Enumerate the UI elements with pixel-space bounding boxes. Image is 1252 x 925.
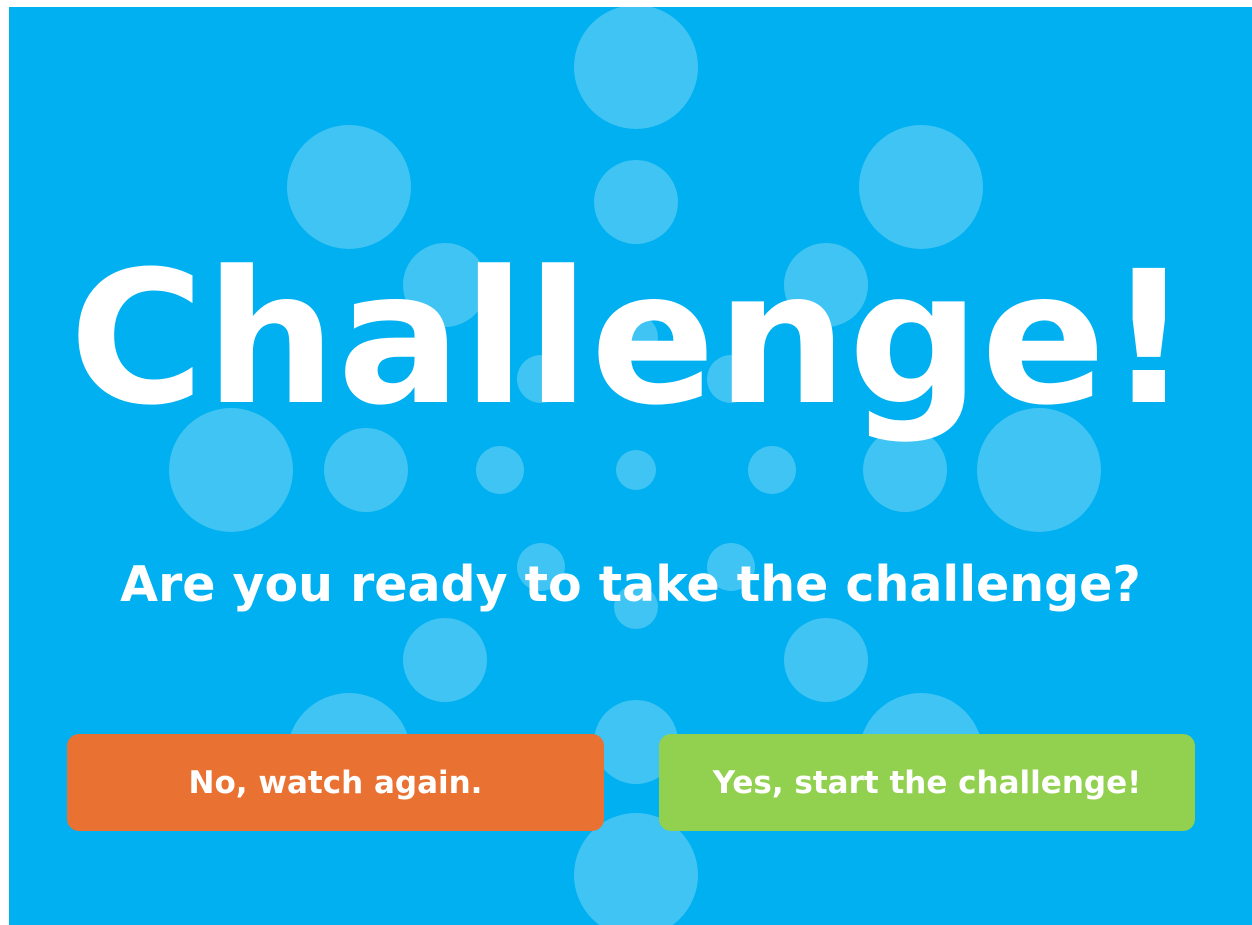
decorative-dot xyxy=(574,7,698,129)
watch-again-button-label: No, watch again. xyxy=(188,764,483,801)
decorative-dot xyxy=(616,450,656,490)
watch-again-button[interactable]: No, watch again. xyxy=(67,734,604,831)
page-title: Challenge! xyxy=(69,232,1192,446)
start-challenge-button-label: Yes, start the challenge! xyxy=(712,764,1142,801)
decorative-dot xyxy=(287,125,411,249)
decorative-dot xyxy=(784,618,868,702)
start-challenge-button[interactable]: Yes, start the challenge! xyxy=(659,734,1195,831)
decorative-dot xyxy=(859,125,983,249)
challenge-question: Are you ready to take the challenge? xyxy=(120,556,1141,613)
decorative-dot xyxy=(748,446,796,494)
decorative-dot xyxy=(403,618,487,702)
decorative-dot xyxy=(476,446,524,494)
challenge-slide: Challenge! Are you ready to take the cha… xyxy=(9,7,1252,925)
